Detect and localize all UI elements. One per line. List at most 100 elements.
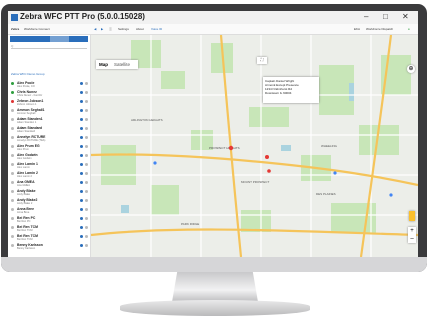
contact-subtitle: Adam Standen 1 (17, 120, 37, 124)
presence-status-icon (11, 154, 14, 157)
star-icon[interactable] (85, 118, 88, 121)
star-icon[interactable] (85, 154, 88, 157)
presence-status-icon (11, 91, 14, 94)
contact-list-item[interactable]: Anna Bree Anna Bree (8, 207, 90, 214)
contact-list-item[interactable]: Alex Poole Alex Poole, CO (8, 81, 90, 88)
call-icon[interactable] (80, 217, 83, 220)
call-icon[interactable] (80, 226, 83, 229)
contact-list-item[interactable]: Ammon Seghall1 Ammon Seghall (8, 108, 90, 115)
star-icon[interactable] (85, 82, 88, 85)
call-icon[interactable] (80, 109, 83, 112)
call-icon[interactable] (80, 244, 83, 247)
star-icon[interactable] (85, 136, 88, 139)
satellite-tab[interactable]: Satellite (114, 62, 130, 67)
minimize-button[interactable]: – (364, 12, 368, 21)
call-icon[interactable] (80, 82, 83, 85)
toolbar-settings[interactable]: Settings (118, 27, 129, 31)
contact-subtitle: Zebron Jobson 1 (17, 102, 37, 106)
star-icon[interactable] (85, 217, 88, 220)
star-icon[interactable] (85, 127, 88, 130)
nav-back-icon[interactable]: ◀ (94, 27, 96, 31)
contact-list-item[interactable]: Andy Blake Andy Blake (8, 189, 90, 196)
street-view-pegman-icon[interactable] (409, 211, 415, 221)
contact-search-input[interactable]: Q (11, 44, 87, 49)
call-icon[interactable] (80, 145, 83, 148)
star-icon[interactable] (85, 190, 88, 193)
call-icon[interactable] (80, 127, 83, 130)
contact-list-item[interactable]: Bei Ren PC Bei Ren PC (8, 216, 90, 223)
sidebar-tabs (10, 36, 88, 42)
contact-list-item[interactable]: Bei Ren TCM Bei Ren TCM (8, 234, 90, 241)
contact-list-item[interactable]: Benny Karlsson Benny Karlsson (8, 243, 90, 250)
star-icon[interactable] (85, 91, 88, 94)
tab-history[interactable] (50, 36, 69, 42)
contact-list-item[interactable]: Adam Standard Adam Standard (8, 126, 90, 133)
star-icon[interactable] (85, 100, 88, 103)
contact-subtitle: Alex Poole, CO (17, 84, 35, 88)
fullscreen-button[interactable]: ⛶ (257, 57, 267, 64)
contact-list-item[interactable]: Ana GMEA Ana GMEA (8, 180, 90, 187)
star-icon[interactable] (85, 226, 88, 229)
presence-status-icon (11, 82, 14, 85)
call-icon[interactable] (80, 190, 83, 193)
map-view[interactable]: PROSPECT HEIGHTS WHEELING ARLINGTON HEIG… (91, 35, 418, 257)
contact-list-item[interactable]: Alex Lamin 2 Alex Lamin 2 (8, 171, 90, 178)
call-icon[interactable] (80, 172, 83, 175)
contact-list-item[interactable]: Zebron Jobson1 Zebron Jobson 1 (8, 99, 90, 106)
contact-subtitle: Alex Godwin (17, 156, 32, 160)
star-icon[interactable] (85, 163, 88, 166)
contact-list-item[interactable]: Alex Prum EG Alex Prum (8, 144, 90, 151)
contact-list-item[interactable]: Andy Blake2 Andy Blake 2 (8, 198, 90, 205)
call-icon[interactable] (80, 100, 83, 103)
tab-map[interactable] (69, 36, 88, 42)
map-tab[interactable]: Map (99, 62, 108, 67)
star-icon[interactable] (85, 109, 88, 112)
toolbar-about[interactable]: About (136, 27, 144, 31)
group-header[interactable]: Zebra WFC Demo Group (11, 72, 87, 77)
info-icon[interactable]: ⓘ (109, 27, 112, 31)
toolbar-dispatch[interactable]: WorkForce Dispatch (366, 27, 393, 31)
presence-status-icon (11, 109, 14, 112)
call-icon[interactable] (80, 154, 83, 157)
contact-list-item[interactable]: Alex Lamin 1 Alex Lamin (8, 162, 90, 169)
star-icon[interactable] (85, 172, 88, 175)
star-icon[interactable] (85, 199, 88, 202)
user-icon[interactable]: ● (408, 27, 410, 31)
zoom-out-button[interactable]: – (408, 235, 416, 243)
contact-list-item[interactable]: Chris Nunez Chris Nunez - Fun/Ctr (8, 90, 90, 97)
close-button[interactable]: ✕ (402, 12, 409, 21)
city-label: PROSPECT HEIGHTS (209, 146, 240, 150)
tab-groups[interactable] (30, 36, 49, 42)
toolbar-voice-id[interactable]: Voice ID (151, 27, 162, 31)
presence-status-icon (11, 136, 14, 139)
star-icon[interactable] (85, 181, 88, 184)
maximize-button[interactable]: □ (383, 12, 388, 21)
zoom-control: + – (408, 227, 416, 243)
callout-line: Downtown IL 60004 (265, 91, 292, 95)
contact-list-item[interactable]: Alex Godwin Alex Godwin (8, 153, 90, 160)
toolbar: Zebra Workforce Connect ◀ ▶ ⓘ Settings A… (8, 24, 418, 35)
call-icon[interactable] (80, 199, 83, 202)
star-icon[interactable] (85, 145, 88, 148)
call-icon[interactable] (80, 235, 83, 238)
locate-me-icon[interactable]: ⊕ (407, 65, 415, 73)
call-icon[interactable] (80, 118, 83, 121)
app-title: Zebra WFC PTT Pro (5.0.0.15028) (20, 12, 145, 21)
call-icon[interactable] (80, 163, 83, 166)
call-icon[interactable] (80, 136, 83, 139)
contact-list-item[interactable]: Bei Ren TCM Bei Ren TCM (8, 225, 90, 232)
call-icon[interactable] (80, 91, 83, 94)
toolbar-user-id[interactable]: EKA (354, 27, 360, 31)
contact-subtitle: Alex Prum (17, 147, 29, 151)
star-icon[interactable] (85, 235, 88, 238)
nav-forward-icon[interactable]: ▶ (101, 27, 103, 31)
tab-contacts[interactable] (10, 36, 29, 42)
call-icon[interactable] (80, 181, 83, 184)
contact-list-item[interactable]: Adam Standen1 Adam Standen 1 (8, 117, 90, 124)
star-icon[interactable] (85, 208, 88, 211)
star-icon[interactable] (85, 244, 88, 247)
call-icon[interactable] (80, 208, 83, 211)
contact-list-item[interactable]: Annelyn RCTURE Annelyn RCTURE (TEA) (8, 135, 90, 142)
presence-status-icon (11, 127, 14, 130)
zoom-in-button[interactable]: + (408, 227, 416, 235)
